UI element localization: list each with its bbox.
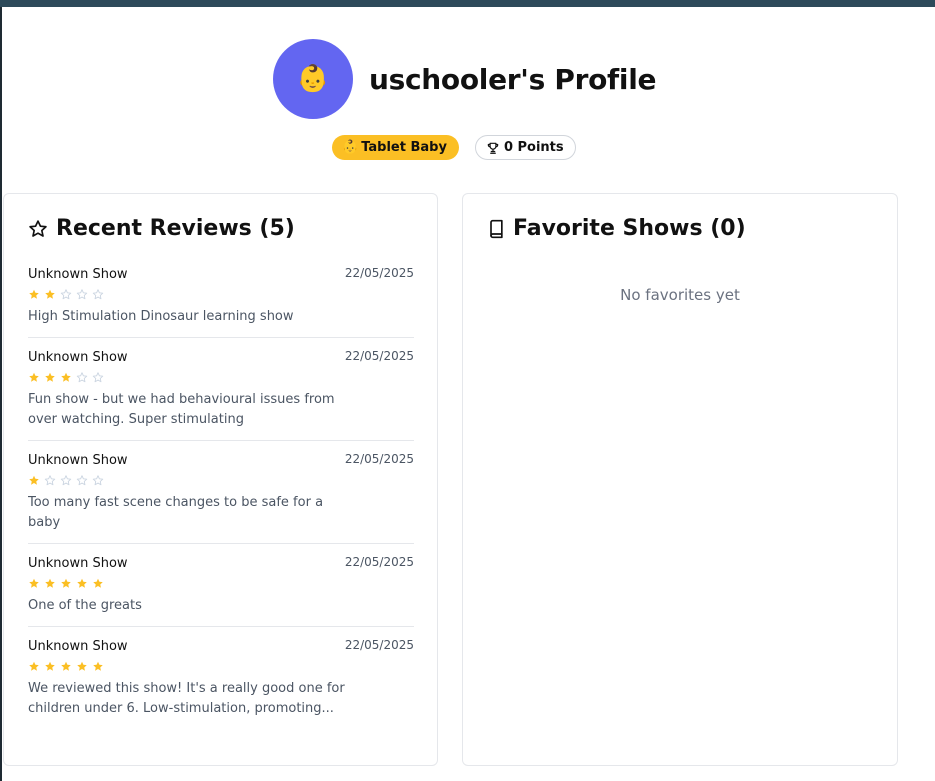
star-filled-icon	[45, 289, 55, 299]
recent-reviews-card: Recent Reviews (5) Unknown Show 22/05/202…	[3, 193, 438, 766]
review-item[interactable]: Unknown Show 22/05/2025 One of the greats	[28, 555, 414, 627]
star-empty-icon	[92, 372, 104, 383]
review-date: 22/05/2025	[344, 349, 414, 363]
star-filled-icon	[29, 372, 39, 382]
points-label: 0 Points	[503, 140, 564, 155]
star-filled-icon	[29, 661, 39, 671]
star-filled-icon	[29, 475, 39, 485]
star-filled-icon	[29, 578, 39, 588]
star-empty-icon	[76, 372, 88, 383]
baby-emoji-icon: 👶	[296, 64, 330, 94]
star-empty-icon	[60, 475, 72, 486]
star-filled-icon	[77, 661, 87, 671]
star-rating	[28, 578, 414, 590]
star-rating	[28, 661, 414, 673]
star-filled-icon	[93, 661, 103, 671]
star-empty-icon	[92, 475, 104, 486]
book-icon	[490, 219, 503, 238]
star-filled-icon	[61, 661, 71, 671]
rank-badge: 👶 Tablet Baby	[332, 135, 459, 160]
review-text: We reviewed this show! It's a really goo…	[28, 681, 345, 716]
star-filled-icon	[45, 578, 55, 588]
star-rating	[28, 372, 414, 384]
star-filled-icon	[45, 372, 55, 382]
points-badge: 0 Points	[474, 135, 576, 160]
review-item[interactable]: Unknown Show 22/05/2025 We reviewed this s…	[28, 638, 414, 729]
trophy-icon	[487, 142, 499, 154]
star-filled-icon	[93, 578, 103, 588]
star-filled-icon	[45, 661, 55, 671]
star-rating	[28, 289, 414, 301]
star-empty-icon	[44, 475, 56, 486]
star-empty-icon	[60, 289, 72, 300]
review-date: 22/05/2025	[344, 638, 414, 652]
review-date: 22/05/2025	[344, 452, 414, 466]
review-item[interactable]: Unknown Show 22/05/2025 Fun show - but we …	[28, 349, 414, 441]
favorites-title: Favorite Shows (0)	[513, 216, 746, 241]
review-list: Unknown Show 22/05/2025 High Stimulation D…	[28, 266, 414, 740]
review-text: High Stimulation Dinosaur learning show	[28, 309, 294, 324]
star-rating	[28, 475, 414, 487]
empty-favorites-message: No favorites yet	[620, 286, 740, 304]
review-text: Too many fast scene changes to be safe f…	[28, 495, 324, 530]
star-outline-icon	[29, 219, 47, 237]
page-title: uschooler's Profile	[369, 62, 657, 96]
favorite-shows-card: Favorite Shows (0) No favorites yet	[462, 193, 898, 766]
star-empty-icon	[92, 289, 104, 300]
review-item[interactable]: Unknown Show 22/05/2025 Too many fast scen…	[28, 452, 414, 544]
star-empty-icon	[76, 289, 88, 300]
review-date: 22/05/2025	[344, 266, 414, 280]
star-filled-icon	[77, 578, 87, 588]
reviews-header: Recent Reviews (5)	[28, 216, 295, 241]
star-filled-icon	[61, 578, 71, 588]
reviews-title: Recent Reviews (5)	[56, 216, 295, 241]
window-edge	[0, 7, 2, 781]
profile-header: 👶 uschooler's Profile	[273, 39, 657, 119]
review-text: One of the greats	[28, 598, 142, 613]
avatar: 👶	[273, 39, 353, 119]
review-text: Fun show - but we had behavioural issues…	[28, 392, 335, 427]
review-date: 22/05/2025	[344, 555, 414, 569]
baby-emoji-icon: 👶	[342, 140, 359, 155]
rank-label: Tablet Baby	[361, 140, 447, 155]
star-empty-icon	[76, 475, 88, 486]
review-item[interactable]: Unknown Show 22/05/2025 High Stimulation D…	[28, 266, 414, 338]
favorites-header: Favorite Shows (0)	[487, 216, 746, 241]
star-filled-icon	[29, 289, 39, 299]
star-filled-icon	[61, 372, 71, 382]
profile-badges: 👶 Tablet Baby 0 Points	[332, 135, 576, 160]
top-nav-bar	[0, 0, 935, 7]
